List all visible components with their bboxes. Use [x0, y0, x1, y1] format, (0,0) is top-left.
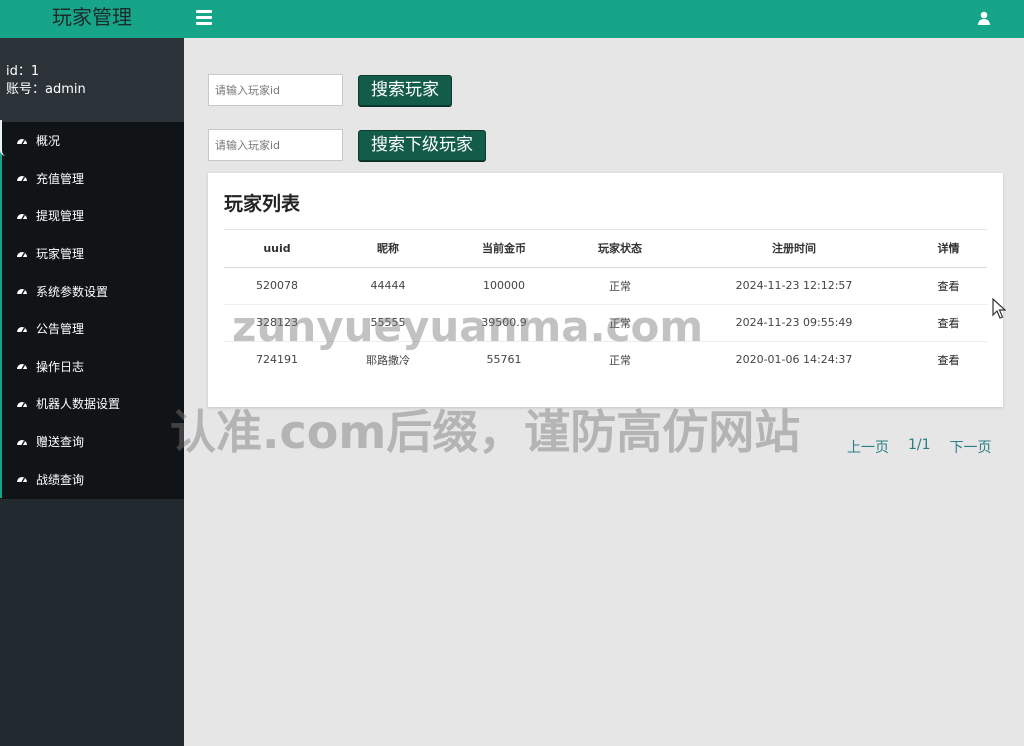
player-list-panel: 玩家列表 uuid 昵称 当前金币 玩家状态 注册时间 详情 520078 44… [208, 173, 1003, 407]
sidebar-item-announcements[interactable]: 公告管理 [0, 309, 184, 348]
column-header-coins: 当前金币 [446, 230, 562, 268]
sidebar-item-label: 公告管理 [36, 322, 85, 337]
cell-reg-time: 2020-01-06 14:24:37 [735, 353, 853, 367]
subordinate-id-input[interactable] [208, 129, 343, 161]
cell-uuid: 724191 [256, 353, 298, 367]
menu-icon[interactable] [196, 10, 212, 26]
column-header-uuid: uuid [224, 230, 330, 268]
search-subordinate-button[interactable]: 搜索下级玩家 [358, 129, 486, 161]
dashboard-icon [16, 172, 28, 184]
user-account: 账号：admin [6, 82, 86, 97]
table-header-row: uuid 昵称 当前金币 玩家状态 注册时间 详情 [224, 230, 987, 268]
dashboard-icon [16, 473, 28, 485]
cell-detail: 查看 [910, 267, 987, 305]
sidebar-item-label: 操作日志 [36, 359, 85, 374]
cell-uuid: 520078 [224, 267, 330, 305]
prev-page-link[interactable]: 上一页 [847, 437, 889, 457]
sidebar-item-label: 玩家管理 [36, 247, 85, 262]
sidebar-item-robot-settings[interactable]: 机器人数据设置 [0, 385, 184, 423]
search-subordinate-row: 搜索下级玩家 [208, 129, 486, 161]
cell-coins: 55761 [486, 353, 522, 367]
column-header-detail: 详情 [910, 230, 987, 268]
cell-status: 正常 [562, 304, 678, 342]
cell-uuid: 328123 [224, 304, 330, 342]
mouse-cursor-icon [992, 297, 1007, 320]
sidebar-item-label: 战绩查询 [36, 472, 85, 487]
user-id: id：1 [6, 64, 40, 79]
panel-title: 玩家列表 [224, 193, 301, 215]
search-player-row: 搜索玩家 [208, 74, 452, 106]
pagination: 上一页 1/1 下一页 [847, 437, 992, 457]
sidebar-item-label: 充值管理 [36, 171, 85, 186]
cell-status: 正常 [562, 267, 678, 305]
player-id-input[interactable] [208, 74, 343, 106]
column-header-nickname: 昵称 [330, 230, 446, 268]
view-detail-link[interactable]: 查看 [938, 317, 960, 330]
sidebar-item-label: 系统参数设置 [36, 284, 109, 299]
sidebar-collapse-handle[interactable] [0, 120, 8, 156]
column-header-status: 玩家状态 [562, 230, 678, 268]
dashboard-icon [16, 248, 28, 260]
sidebar-menu: 概况 充值管理 提现管理 玩家管理 系统参数设置 公告管理 操作日志 机器人数据… [0, 122, 184, 499]
topbar [184, 0, 1024, 38]
sidebar-item-label: 提现管理 [36, 209, 85, 224]
sidebar-brand: 玩家管理 [0, 0, 184, 38]
user-info: id：1 账号：admin [0, 38, 184, 156]
cell-coins: 39500.9 [446, 304, 562, 342]
search-player-button[interactable]: 搜索玩家 [358, 74, 452, 106]
cell-nickname: 耶路撒冷 [366, 353, 410, 367]
sidebar-item-label: 概况 [36, 134, 61, 149]
sidebar-item-system-settings[interactable]: 系统参数设置 [0, 272, 184, 310]
dashboard-icon [16, 285, 28, 297]
dashboard-icon [16, 436, 28, 448]
sidebar-item-overview[interactable]: 概况 [0, 122, 184, 160]
column-header-reg-time: 注册时间 [678, 230, 910, 268]
cell-status: 正常 [609, 353, 631, 367]
cell-detail: 查看 [910, 341, 987, 378]
sidebar-item-recharge[interactable]: 充值管理 [0, 159, 184, 198]
view-detail-link[interactable]: 查看 [938, 354, 960, 367]
dashboard-icon [16, 360, 28, 372]
cell-nickname: 44444 [330, 267, 446, 305]
player-table: uuid 昵称 当前金币 玩家状态 注册时间 详情 520078 44444 1… [224, 230, 987, 378]
dashboard-icon [16, 210, 28, 222]
table-row: 520078 44444 100000 正常 2024-11-23 12:12:… [224, 267, 987, 305]
cell-detail: 查看 [910, 304, 987, 342]
sidebar-item-operation-log[interactable]: 操作日志 [0, 347, 184, 386]
sidebar-item-withdraw[interactable]: 提现管理 [0, 197, 184, 235]
dashboard-icon [16, 135, 28, 147]
sidebar-item-gift-query[interactable]: 赠送查询 [0, 422, 184, 461]
next-page-link[interactable]: 下一页 [950, 437, 992, 457]
cell-reg-time: 2024-11-23 09:55:49 [678, 304, 910, 342]
page-info: 1/1 [908, 437, 931, 453]
cell-reg-time: 2024-11-23 12:12:57 [678, 267, 910, 305]
table-row: 328123 55555 39500.9 正常 2024-11-23 09:55… [224, 304, 987, 342]
sidebar-item-record-query[interactable]: 战绩查询 [0, 460, 184, 498]
dashboard-icon [16, 323, 28, 335]
sidebar-item-players[interactable]: 玩家管理 [0, 234, 184, 273]
table-row: 724191 耶路撒冷 55761 正常 2020-01-06 14:24:37… [224, 341, 987, 378]
sidebar-item-label: 机器人数据设置 [36, 397, 121, 412]
user-icon[interactable] [976, 10, 992, 26]
sidebar: 玩家管理 id：1 账号：admin 概况 充值管理 提现管理 玩家管理 系统参… [0, 0, 184, 746]
cell-nickname: 55555 [330, 304, 446, 342]
view-detail-link[interactable]: 查看 [938, 280, 960, 293]
sidebar-item-label: 赠送查询 [36, 435, 85, 450]
dashboard-icon [16, 398, 28, 410]
cell-coins: 100000 [446, 267, 562, 305]
